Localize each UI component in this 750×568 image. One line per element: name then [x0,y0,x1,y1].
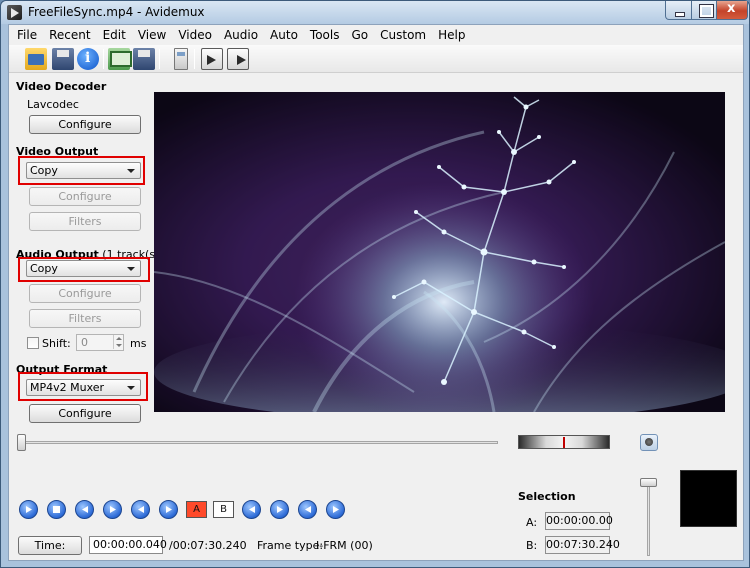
output-mode-icon[interactable] [227,48,249,70]
shift-unit: ms [130,337,147,350]
shift-checkbox[interactable] [27,337,39,349]
menu-file[interactable]: File [11,25,43,45]
input-mode-icon[interactable] [201,48,223,70]
video-decoder-codec: Lavcodec [27,98,79,111]
menu-view[interactable]: View [132,25,172,45]
menu-bar: File Recent Edit View Video Audio Auto T… [9,25,743,45]
close-button[interactable]: x [716,1,748,20]
selection-a-label: A: [526,516,538,529]
selection-heading: Selection [518,490,576,503]
menu-auto[interactable]: Auto [264,25,304,45]
save-icon[interactable] [52,48,74,70]
output-format-select[interactable]: MP4v2 Muxer [26,379,141,396]
current-time-field[interactable]: 00:00:00.040 [89,536,167,554]
toolbar-separator [194,49,195,69]
spin-down-icon[interactable] [113,342,123,349]
spin-up-icon[interactable] [113,335,123,342]
previous-frame-button[interactable] [75,500,94,519]
window-title: FreeFileSync.mp4 - Avidemux [28,5,205,19]
menu-audio[interactable]: Audio [218,25,264,45]
menu-go[interactable]: Go [345,25,374,45]
output-format-configure-button[interactable]: Configure [29,404,141,423]
jog-shuttle[interactable] [518,435,610,449]
audio-output-filters-button[interactable]: Filters [29,309,141,328]
video-decoder-heading: Video Decoder [16,80,107,93]
previous-keyframe-button[interactable] [131,500,150,519]
time-button[interactable]: Time: [18,536,82,555]
audio-output-selected: Copy [30,262,58,275]
info-icon[interactable] [77,48,99,70]
toolbar-separator [159,49,160,69]
app-window: FreeFileSync.mp4 - Avidemux x File Recen… [0,0,750,568]
next-keyframe-button[interactable] [159,500,178,519]
selection-b-field: 00:07:30.240 [545,536,620,554]
chevron-down-icon [127,267,135,271]
go-to-last-frame-button[interactable] [326,500,345,519]
close-icon: x [727,1,736,16]
video-frame-image [154,92,725,412]
menu-help[interactable]: Help [432,25,471,45]
selection-a-field: 00:00:00.00 [545,512,613,530]
volume-slider-thumb[interactable] [640,478,657,487]
audio-meter-preview [680,470,737,527]
output-format-selected: MP4v2 Muxer [30,381,105,394]
toolbar [9,45,743,73]
volume-icon[interactable] [640,434,658,451]
menu-edit[interactable]: Edit [97,25,132,45]
selection-b-label: B: [526,539,538,552]
calculator-icon[interactable] [174,48,188,70]
go-to-first-frame-button[interactable] [298,500,317,519]
set-marker-a-button[interactable]: A [186,501,207,518]
menu-custom[interactable]: Custom [374,25,432,45]
audio-output-select[interactable]: Copy [26,260,141,277]
maximize-button[interactable] [691,1,717,20]
save-image-icon[interactable] [133,48,155,70]
volume-slider-track[interactable] [647,480,650,556]
video-output-configure-button[interactable]: Configure [29,187,141,206]
video-output-select[interactable]: Copy [26,162,141,179]
menu-recent[interactable]: Recent [43,25,96,45]
client-area: File Recent Edit View Video Audio Auto T… [8,24,744,561]
menu-video[interactable]: Video [172,25,218,45]
play-button[interactable] [19,500,38,519]
stop-button[interactable] [47,500,66,519]
next-black-frame-button[interactable] [270,500,289,519]
shift-spinbox[interactable]: 0 [76,334,124,351]
video-output-filters-button[interactable]: Filters [29,212,141,231]
frame-type-value: I-FRM (00) [316,539,373,552]
avidemux-app-icon [7,5,22,20]
menu-tools[interactable]: Tools [304,25,346,45]
video-output-selected: Copy [30,164,58,177]
open-file-icon[interactable] [25,48,47,70]
audio-output-configure-button[interactable]: Configure [29,284,141,303]
video-decoder-configure-button[interactable]: Configure [29,115,141,134]
title-bar: FreeFileSync.mp4 - Avidemux x [1,1,749,24]
minimize-button[interactable] [665,1,692,20]
timeline-track[interactable] [21,441,498,444]
previous-black-frame-button[interactable] [242,500,261,519]
timeline-thumb[interactable] [17,434,26,451]
toolbar-separator [103,49,104,69]
next-frame-button[interactable] [103,500,122,519]
set-marker-b-button[interactable]: B [213,501,234,518]
chevron-down-icon [127,169,135,173]
chevron-down-icon [127,386,135,390]
total-time: /00:07:30.240 [169,539,247,552]
frame-type-label: Frame type: [257,539,324,552]
open-images-icon[interactable] [108,48,132,70]
shift-value: 0 [81,336,88,349]
shift-label: Shift: [42,337,71,350]
video-preview [154,92,725,412]
